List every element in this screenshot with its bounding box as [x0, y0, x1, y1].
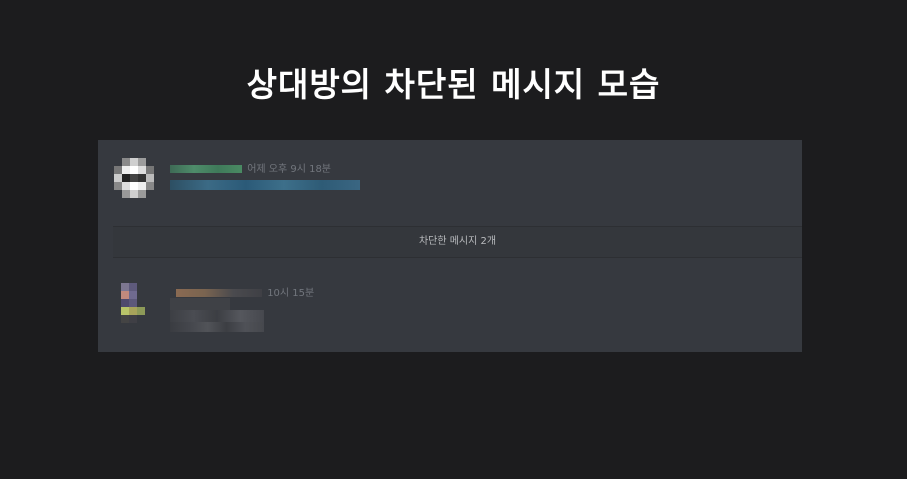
message-content-blurred [170, 310, 264, 322]
message-timestamp: 어제 오후 9시 18분 [247, 164, 332, 175]
page-title: 상대방의 차단된 메시지 모습 [246, 65, 661, 104]
message-content-blurred [170, 298, 230, 310]
message-timestamp: 10시 15분 [267, 288, 315, 299]
message-content-blurred [170, 322, 264, 332]
message-header: 10시 15분 [176, 284, 315, 299]
username-blurred[interactable] [176, 289, 262, 297]
avatar[interactable] [114, 158, 154, 198]
username-blurred[interactable] [170, 165, 242, 173]
blocked-messages-toggle[interactable]: 차단한 메시지 2개 [113, 226, 802, 258]
message-header: 어제 오후 9시 18분 [170, 160, 332, 175]
chat-panel: 어제 오후 9시 18분 차단한 메시지 2개 10시 15분 [98, 140, 802, 352]
avatar[interactable] [121, 283, 155, 323]
message-content-blurred [170, 180, 360, 190]
